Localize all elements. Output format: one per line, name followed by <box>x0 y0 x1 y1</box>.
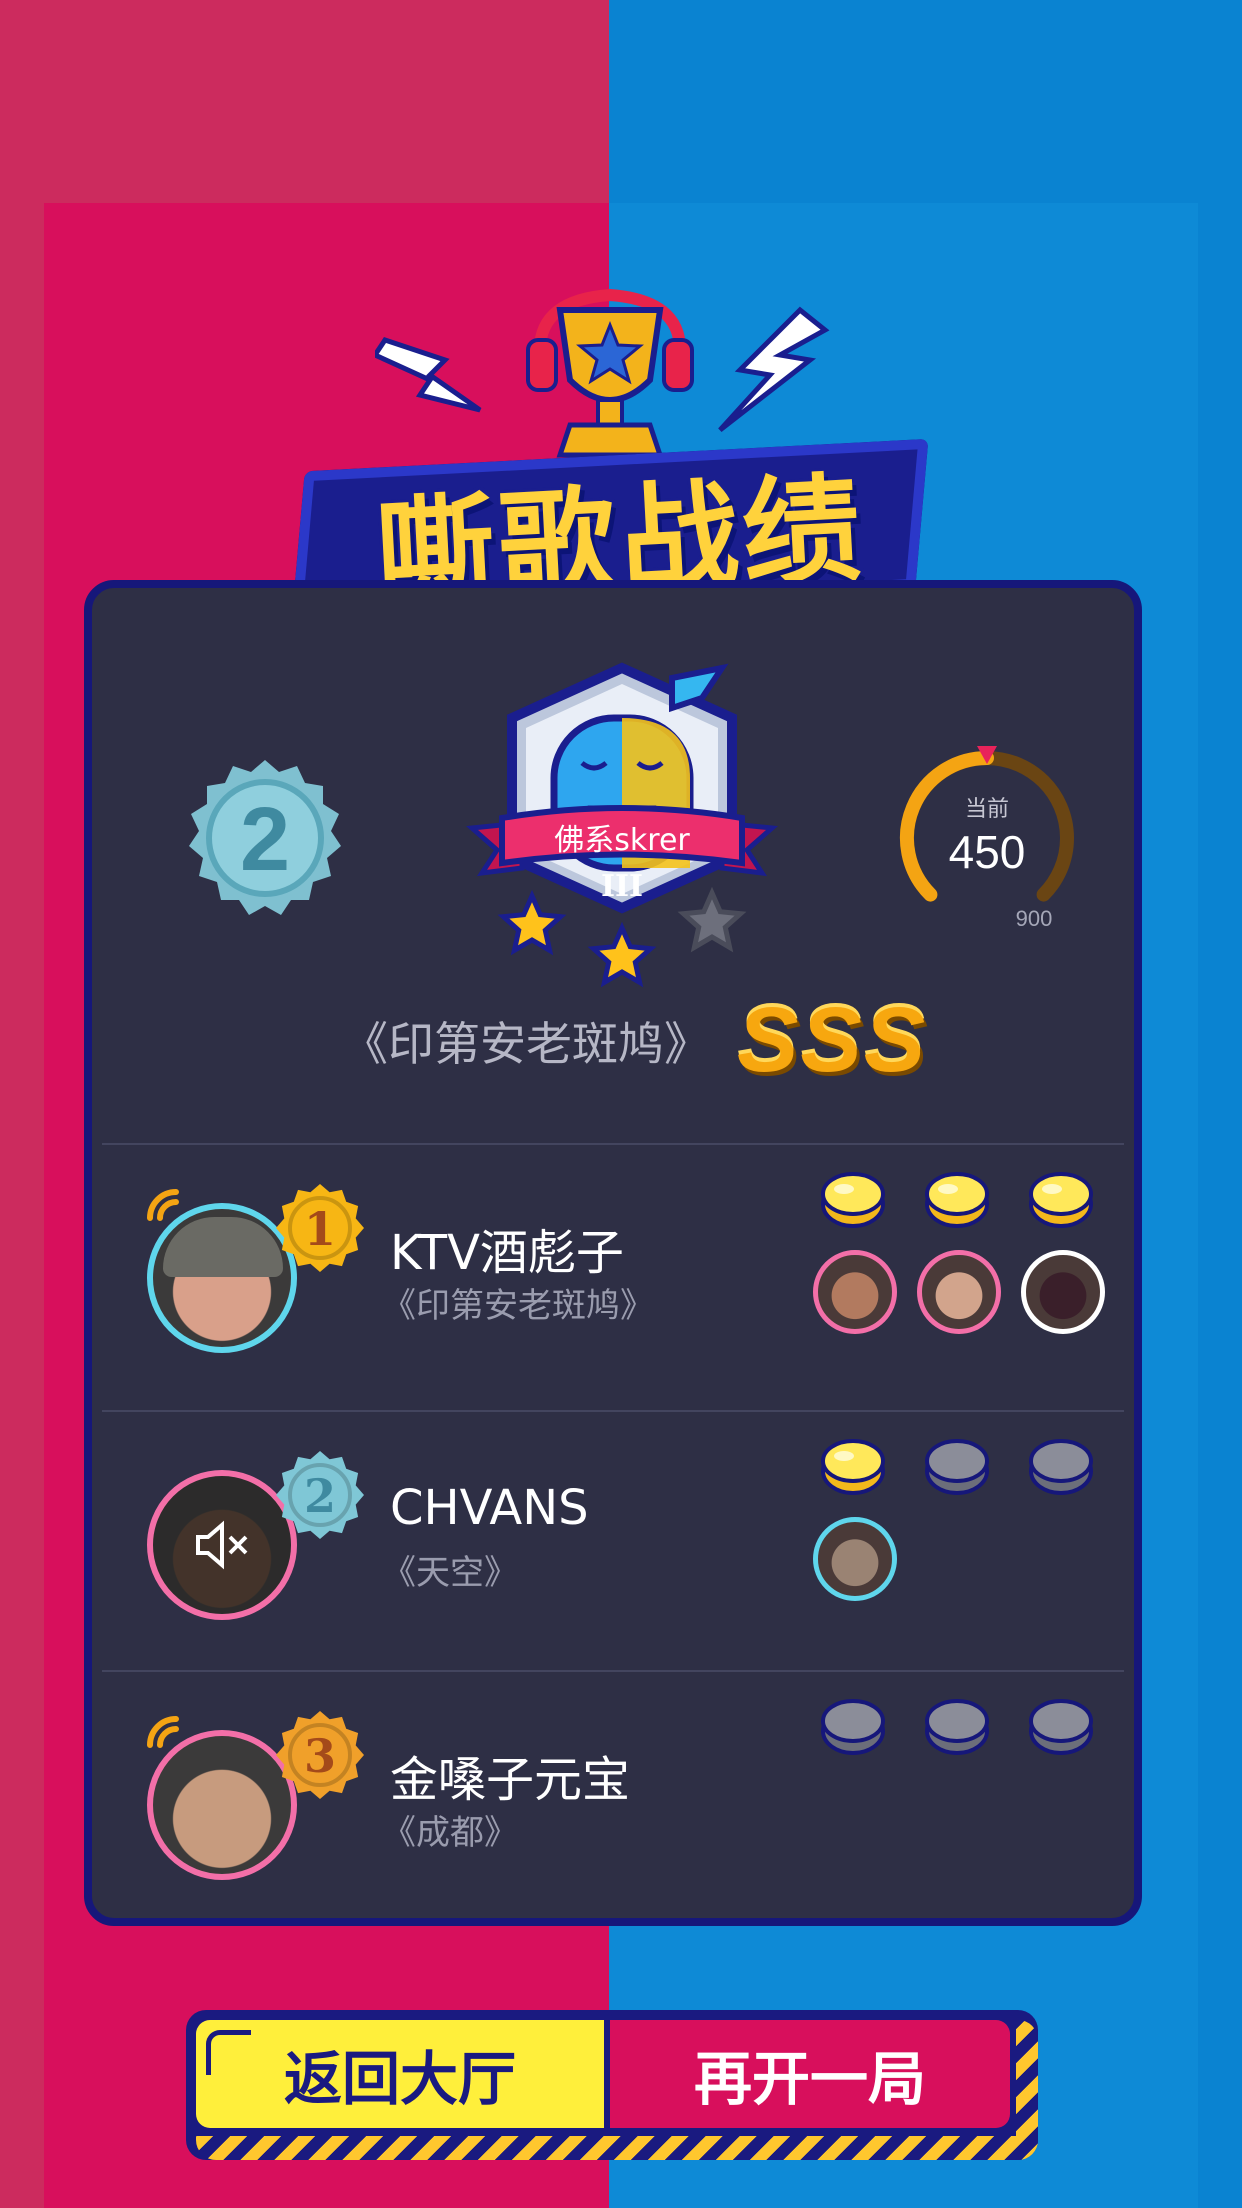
player-name: CHVANS <box>390 1480 589 1536</box>
divider <box>102 1143 1124 1145</box>
player-name: KTV酒彪子 <box>390 1225 624 1281</box>
level-tier: III <box>601 869 643 904</box>
coin-filled-icon <box>925 1172 989 1228</box>
button-bar-stripes-side <box>1016 2020 1038 2160</box>
button-bar-stripes <box>196 2136 1038 2160</box>
player-name: 金嗓子元宝 <box>390 1752 631 1808</box>
play-again-button[interactable]: 再开一局 <box>610 2020 1010 2128</box>
voter-avatar[interactable] <box>813 1250 897 1334</box>
star-empty-icon <box>677 886 747 953</box>
back-to-lobby-button[interactable]: 返回大厅 <box>196 2020 604 2128</box>
coin-filled-icon <box>1029 1172 1093 1228</box>
player-row: 1 KTV酒彪子《印第安老斑鸠》 <box>92 1148 1134 1408</box>
lightning-left-icon <box>375 337 482 413</box>
voter-avatar[interactable] <box>1021 1250 1105 1334</box>
speaking-icon <box>147 1189 179 1221</box>
coin-empty-icon <box>1029 1439 1093 1495</box>
player-song: 《天空》 <box>382 1553 518 1593</box>
result-song-title: 《印第安老斑鸠》 <box>342 1017 710 1071</box>
coin-empty-icon <box>925 1699 989 1755</box>
lightning-right-icon <box>718 306 830 432</box>
star-filled-icon <box>497 889 567 956</box>
rank-seal-number: 1 <box>304 1202 336 1256</box>
avatar-hat <box>163 1217 283 1277</box>
rank-seal-icon: 1 <box>276 1184 364 1272</box>
gauge-label: 当前 <box>965 797 1009 822</box>
coin-empty-icon <box>821 1699 885 1755</box>
voter-avatar[interactable] <box>917 1250 1001 1334</box>
speaking-icon <box>147 1716 179 1748</box>
rank-seal-icon: 3 <box>276 1711 364 1799</box>
coin-empty-icon <box>1029 1699 1093 1755</box>
level-name: 佛系skrer <box>554 823 690 858</box>
player-song: 《成都》 <box>382 1813 518 1853</box>
voter-avatar[interactable] <box>813 1517 897 1601</box>
coin-empty-icon <box>925 1439 989 1495</box>
gauge-max: 900 <box>1016 906 1053 931</box>
score-gauge: 当前 450 900 <box>899 746 1074 931</box>
player-song: 《印第安老斑鸠》 <box>382 1286 654 1326</box>
divider <box>102 1410 1124 1412</box>
star-filled-icon <box>587 921 657 988</box>
rank-seal-number: 3 <box>304 1729 336 1783</box>
muted-overlay <box>153 1476 291 1614</box>
rank-medal-icon: 2 <box>189 760 341 915</box>
level-badge: 佛系skrer III <box>466 662 778 988</box>
coin-filled-icon <box>821 1439 885 1495</box>
rank-medal-number: 2 <box>240 790 290 890</box>
button-corner-decoration <box>206 2030 251 2075</box>
gauge-value: 450 <box>949 826 1026 878</box>
player-row: 2 CHVANS 《天空》 <box>92 1415 1134 1675</box>
rank-seal-icon: 2 <box>276 1451 364 1539</box>
rank-seal-number: 2 <box>304 1469 336 1523</box>
button-bar: 返回大厅 再开一局 <box>186 2010 1038 2160</box>
grade-badge: SSS <box>737 989 928 1091</box>
mute-icon <box>196 1520 248 1570</box>
result-card: 2 佛系skrer III 当前 450 900 《印第安老斑鸠》 SSS 1K… <box>84 580 1142 1926</box>
coin-filled-icon <box>821 1172 885 1228</box>
player-row: 3 金嗓子元宝《成都》 <box>92 1675 1134 1935</box>
